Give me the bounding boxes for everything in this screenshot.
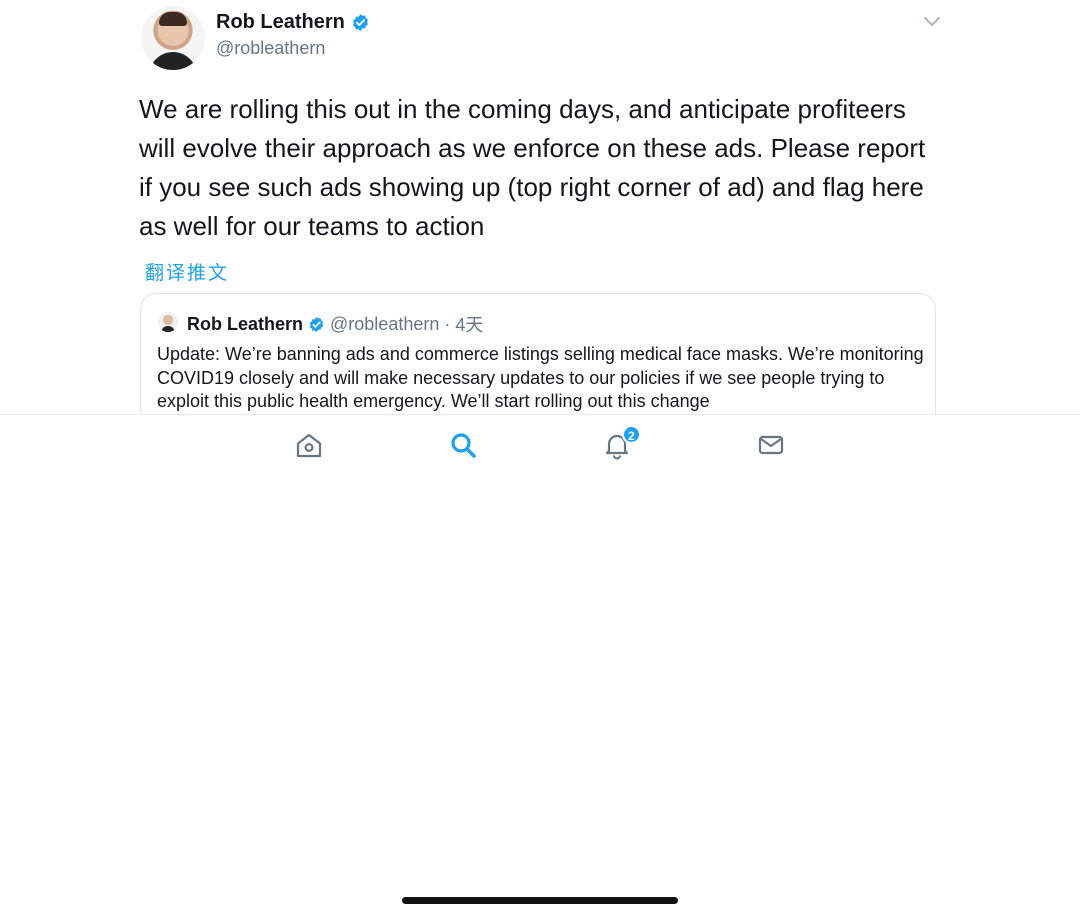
verified-badge-icon (309, 316, 324, 332)
chevron-down-icon[interactable] (922, 15, 942, 29)
quoted-tweet-text: Update: We’re banning ads and commerce l… (157, 344, 924, 411)
notification-count-badge: 2 (622, 425, 641, 444)
tweet-text: We are rolling this out in the coming da… (139, 94, 926, 241)
bottom-tab-bar: 2 (0, 414, 1080, 904)
author-avatar[interactable] (141, 6, 205, 70)
search-icon (451, 433, 476, 458)
quoted-author-name: Rob Leathern (187, 313, 304, 334)
quoted-author-handle: @robleathern (330, 313, 440, 334)
quoted-avatar-shirt (161, 326, 175, 332)
avatar-hair (159, 12, 187, 26)
author-name[interactable]: Rob Leathern (216, 11, 345, 34)
tab-messages[interactable] (755, 429, 787, 461)
translate-tweet-link[interactable]: 翻译推文 (145, 258, 229, 285)
quoted-timestamp: 4天 (455, 315, 484, 335)
quoted-tweet-header: Rob Leathern @robleathern · 4天 (187, 311, 483, 337)
verified-badge-icon (352, 14, 368, 31)
tab-home[interactable] (293, 429, 325, 461)
home-icon (296, 433, 322, 458)
quoted-tweet-card[interactable]: Rob Leathern @robleathern · 4天 Update: W… (140, 293, 936, 414)
tab-search[interactable] (447, 429, 479, 461)
tweet: Rob Leathern @robleathern We are rolling… (0, 0, 1080, 414)
quoted-separator: · (444, 313, 451, 334)
mail-icon (758, 435, 784, 455)
tab-notifications[interactable]: 2 (601, 425, 641, 461)
avatar-shirt (149, 52, 197, 70)
author-name-row[interactable]: Rob Leathern (216, 11, 370, 34)
quoted-author-avatar (158, 312, 178, 332)
author-handle[interactable]: @robleathern (216, 38, 325, 59)
home-indicator[interactable] (402, 897, 678, 904)
